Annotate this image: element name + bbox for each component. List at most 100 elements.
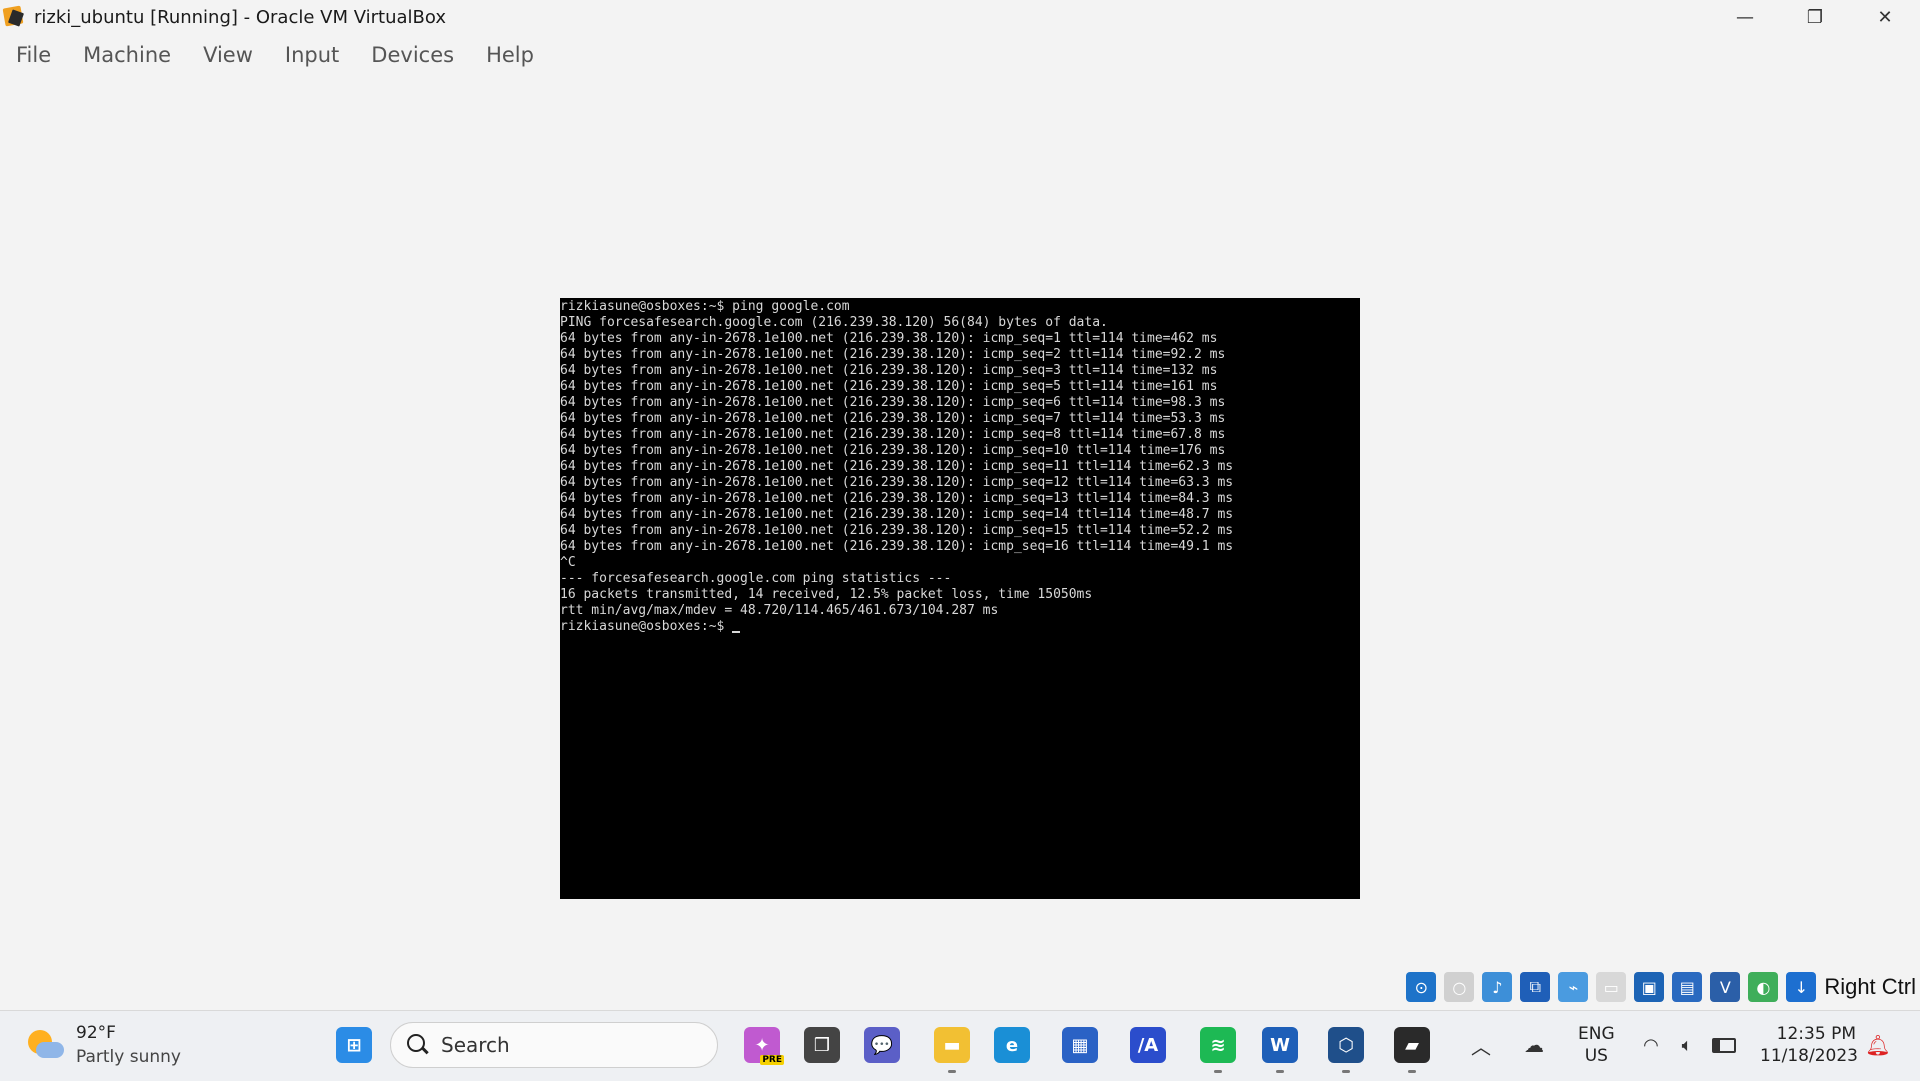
terminal-line: rtt min/avg/max/mdev = 48.720/114.465/46… [560,603,999,618]
windows-start-icon[interactable]: ⊞ [330,1021,378,1069]
search-icon [407,1034,429,1056]
terminal-line: 64 bytes from any-in-2678.1e100.net (216… [560,347,1226,362]
show-hidden-icons-chevron-icon[interactable]: ︿ [1466,1021,1496,1069]
terminal-line: ^C [560,555,576,570]
word-icon[interactable]: W [1256,1021,1304,1073]
virtualbox-app-icon [2,5,26,29]
restore-button[interactable]: ❐ [1780,0,1850,34]
menu-file[interactable]: File [16,43,51,67]
file-explorer-glyph: ▬ [934,1027,970,1063]
adobe-app-icon[interactable]: /A [1124,1021,1172,1069]
search-placeholder: Search [441,1033,510,1057]
terminal-prompt: rizkiasune@osboxes:~$ [560,619,733,634]
menu-bar: File Machine View Input Devices Help [0,38,566,72]
notification-bell-icon[interactable]: 🔔︎ [1862,1021,1894,1069]
network-icon[interactable]: ⧉ [1520,972,1551,1002]
copilot-icon[interactable]: ✦ PRE [738,1021,786,1069]
running-indicator [1342,1070,1350,1073]
guest-terminal[interactable]: rizkiasune@osboxes:~$ ping google.com PIN… [560,298,1360,899]
terminal-line: 64 bytes from any-in-2678.1e100.net (216… [560,507,1234,522]
terminal-line: 64 bytes from any-in-2678.1e100.net (216… [560,363,1218,378]
menu-help[interactable]: Help [486,43,534,67]
language-indicator[interactable]: ENG US [1578,1023,1615,1067]
shared-folders-icon[interactable]: ▭ [1596,972,1627,1002]
onedrive-offline-icon[interactable]: ☁ [1516,1021,1552,1069]
terminal-prompt-line: rizkiasune@osboxes:~$ [560,619,1360,635]
running-indicator [1276,1070,1284,1073]
task-view-glyph: ❒ [804,1027,840,1063]
terminal-line: rizkiasune@osboxes:~$ ping google.com [560,299,850,314]
clock-time: 12:35 PM [1776,1024,1856,1044]
terminal-line: 64 bytes from any-in-2678.1e100.net (216… [560,459,1234,474]
menu-view[interactable]: View [203,43,253,67]
close-button[interactable]: ✕ [1850,0,1920,34]
edge-glyph: e [994,1027,1030,1063]
wifi-icon[interactable]: ◠ [1636,1021,1666,1069]
terminal-line: --- forcesafesearch.google.com ping stat… [560,571,952,586]
terminal-line: 64 bytes from any-in-2678.1e100.net (216… [560,331,1218,346]
chat-glyph: 💬 [864,1027,900,1063]
running-indicator [1214,1070,1222,1073]
region-code: US [1584,1046,1608,1066]
mouse-integration-icon[interactable]: ↓ [1786,972,1817,1002]
vt-x-icon[interactable]: V [1710,972,1741,1002]
edge-icon[interactable]: e [988,1021,1036,1069]
spotify-glyph: ≋ [1200,1027,1236,1063]
terminal-line: 16 packets transmitted, 14 received, 12.… [560,587,1093,602]
taskbar: 92°F Partly sunny ⊞ ✦ PRE ❒ 💬 ▬ e ▦ /A ≋ W ⬡ ▰ Searc… [0,1010,1920,1081]
preview-badge: PRE [760,1055,784,1065]
menu-input[interactable]: Input [285,43,339,67]
terminal-line: 64 bytes from any-in-2678.1e100.net (216… [560,443,1226,458]
window-title: rizki_ubuntu [Running] - Oracle VM Virtu… [34,6,446,28]
terminal-line: 64 bytes from any-in-2678.1e100.net (216… [560,539,1234,554]
clock-date: 11/18/2023 [1760,1046,1858,1066]
language-code: ENG [1578,1024,1615,1044]
vbox-status-bar: ⊙ ○ ♪ ⧉ ⌁ ▭ ▣ ▤ V ◐ ↓ Right Ctrl [1398,966,1920,1008]
windows-start-glyph: ⊞ [336,1027,372,1063]
vm-display-area: rizkiasune@osboxes:~$ ping google.com PIN… [0,78,1920,1008]
task-view-icon[interactable]: ❒ [798,1021,846,1069]
title-bar: rizki_ubuntu [Running] - Oracle VM Virtu… [0,0,1920,34]
menu-devices[interactable]: Devices [371,43,454,67]
usb-icon[interactable]: ⌁ [1558,972,1589,1002]
weather-temperature: 92°F [76,1023,116,1043]
menu-machine[interactable]: Machine [83,43,171,67]
terminal-line: 64 bytes from any-in-2678.1e100.net (216… [560,395,1226,410]
hard-disk-icon[interactable]: ⊙ [1406,972,1437,1002]
terminal-line: 64 bytes from any-in-2678.1e100.net (216… [560,523,1234,538]
audio-icon[interactable]: ♪ [1482,972,1513,1002]
battery-icon[interactable] [1708,1021,1740,1069]
weather-description: Partly sunny [76,1047,181,1067]
terminal-line: 64 bytes from any-in-2678.1e100.net (216… [560,475,1234,490]
virtualbox-glyph: ⬡ [1328,1027,1364,1063]
taskbar-search[interactable]: Search [390,1022,718,1068]
terminal-line: 64 bytes from any-in-2678.1e100.net (216… [560,491,1234,506]
word-glyph: W [1262,1027,1298,1063]
running-indicator [1408,1070,1416,1073]
minimize-button[interactable]: — [1710,0,1780,34]
terminal-line: 64 bytes from any-in-2678.1e100.net (216… [560,427,1226,442]
weather-widget[interactable]: 92°F Partly sunny [26,1021,181,1069]
running-indicator [948,1070,956,1073]
display-icon[interactable]: ▣ [1634,972,1665,1002]
partly-sunny-icon [26,1026,64,1064]
chat-icon[interactable]: 💬 [858,1021,906,1069]
terminal-cursor [732,631,741,633]
guest-additions-icon[interactable]: ◐ [1748,972,1779,1002]
file-explorer-icon[interactable]: ▬ [928,1021,976,1073]
recording-icon[interactable]: ▤ [1672,972,1703,1002]
volume-icon[interactable]: 🔈︎ [1672,1021,1702,1069]
store-icon[interactable]: ▦ [1056,1021,1104,1069]
terminal-line: 64 bytes from any-in-2678.1e100.net (216… [560,379,1218,394]
virtualbox-icon[interactable]: ⬡ [1322,1021,1370,1073]
virtualbox-vm-glyph: ▰ [1394,1027,1430,1063]
host-key-label: Right Ctrl [1824,974,1916,999]
optical-drive-icon[interactable]: ○ [1444,972,1475,1002]
terminal-line: 64 bytes from any-in-2678.1e100.net (216… [560,411,1226,426]
adobe-app-glyph: /A [1130,1027,1166,1063]
spotify-icon[interactable]: ≋ [1194,1021,1242,1073]
terminal-line: PING forcesafesearch.google.com (216.239… [560,315,1108,330]
virtualbox-vm-icon[interactable]: ▰ [1388,1021,1436,1073]
window-controls: — ❐ ✕ [1710,0,1920,34]
system-clock[interactable]: 12:35 PM 11/18/2023 [1760,1023,1858,1067]
